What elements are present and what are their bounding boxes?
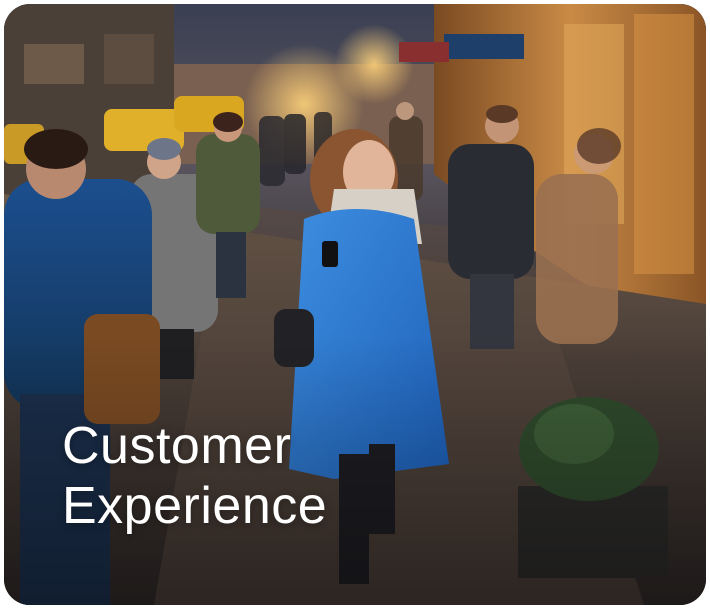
title-line-1: Customer xyxy=(62,417,292,475)
title-line-2: Experience xyxy=(62,477,328,535)
customer-experience-card[interactable]: Customer Experience xyxy=(4,4,706,605)
card-title: Customer Experience xyxy=(62,416,327,536)
